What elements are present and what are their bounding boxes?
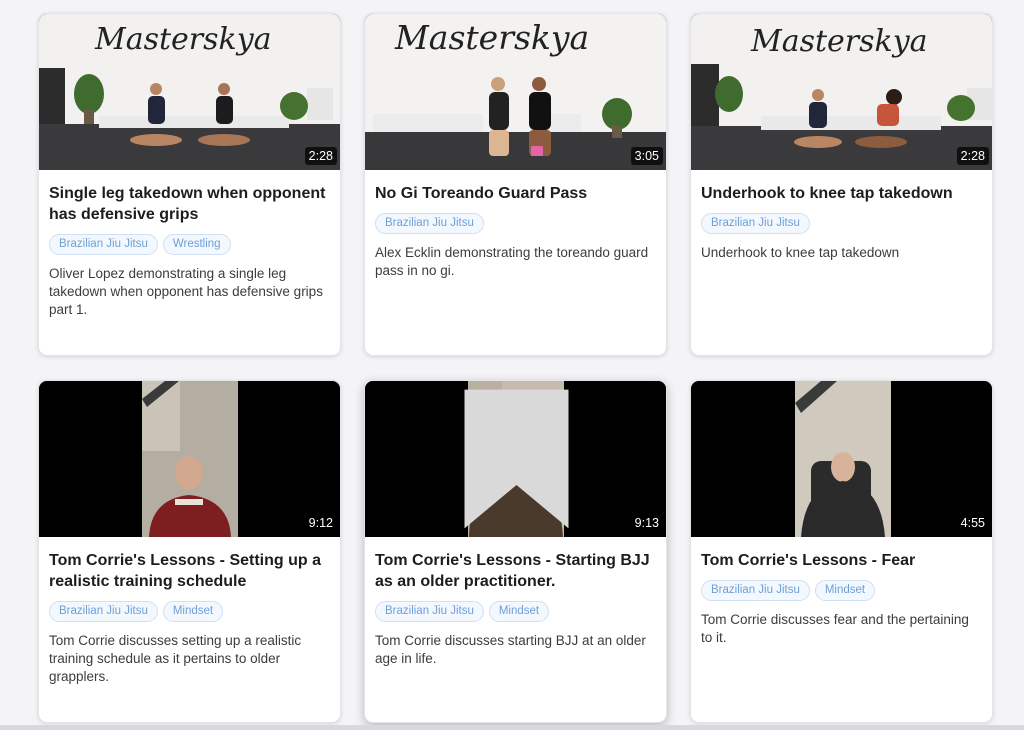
video-card[interactable]: Masterskya 2:28 Underhook to knee tap ta… xyxy=(690,13,993,356)
video-description: Oliver Lopez demonstrating a single leg … xyxy=(49,266,323,317)
video-title[interactable]: Single leg takedown when opponent has de… xyxy=(49,183,330,225)
video-title[interactable]: No Gi Toreando Guard Pass xyxy=(375,183,656,204)
video-thumbnail[interactable]: Masterskya 2:28 xyxy=(691,14,992,170)
video-description: Tom Corrie discusses setting up a realis… xyxy=(49,633,302,684)
video-card[interactable]: Masterskya 3:05 No Gi Toreando Guard Pas… xyxy=(364,13,667,356)
tag-mindset[interactable]: Mindset xyxy=(162,601,224,622)
video-thumbnail[interactable]: 9:12 xyxy=(39,381,340,537)
video-duration: 9:12 xyxy=(304,514,337,532)
video-thumbnail[interactable]: 4:55 xyxy=(691,381,992,537)
tag-list: Brazilian Jiu Jitsu Mindset xyxy=(375,601,656,622)
video-card[interactable]: Masterskya 2:28 Single leg takedown when… xyxy=(38,13,341,356)
video-description: Underhook to knee tap takedown xyxy=(701,245,900,260)
video-duration: 2:28 xyxy=(304,147,337,165)
tag-brazilian-jiu-jitsu[interactable]: Brazilian Jiu Jitsu xyxy=(701,580,810,601)
logo-text: Masterskya xyxy=(95,22,272,57)
video-title[interactable]: Underhook to knee tap takedown xyxy=(701,183,982,204)
video-duration: 3:05 xyxy=(630,147,663,165)
video-duration: 9:13 xyxy=(630,514,663,532)
speaker-video-image xyxy=(691,381,992,537)
tag-mindset[interactable]: Mindset xyxy=(488,601,550,622)
tag-brazilian-jiu-jitsu[interactable]: Brazilian Jiu Jitsu xyxy=(49,601,158,622)
horizontal-scrollbar[interactable] xyxy=(0,725,1024,730)
video-title[interactable]: Tom Corrie's Lessons - Setting up a real… xyxy=(49,550,330,592)
tag-list: Brazilian Jiu Jitsu Mindset xyxy=(701,580,982,601)
video-thumbnail[interactable]: Masterskya 2:28 xyxy=(39,14,340,170)
logo-text: Masterskya xyxy=(751,24,928,59)
bookmark-icon[interactable] xyxy=(365,381,667,537)
video-card[interactable]: 9:12 Tom Corrie's Lessons - Setting up a… xyxy=(38,380,341,723)
video-card[interactable]: 9:13 Tom Corrie's Lessons - Starting BJJ… xyxy=(364,380,667,723)
tag-mindset[interactable]: Mindset xyxy=(814,580,876,601)
video-thumbnail[interactable]: 9:13 xyxy=(365,381,667,537)
tag-brazilian-jiu-jitsu[interactable]: Brazilian Jiu Jitsu xyxy=(375,213,484,234)
video-thumbnail[interactable]: Masterskya 3:05 xyxy=(365,14,666,170)
video-description: Tom Corrie discusses fear and the pertai… xyxy=(701,612,969,645)
video-grid: Masterskya 2:28 Single leg takedown when… xyxy=(0,0,1024,730)
speaker-video-image xyxy=(39,381,340,537)
video-duration: 2:28 xyxy=(956,147,989,165)
video-title[interactable]: Tom Corrie's Lessons - Starting BJJ as a… xyxy=(375,550,656,592)
video-duration: 4:55 xyxy=(956,514,989,532)
video-description: Tom Corrie discusses starting BJJ at an … xyxy=(375,633,646,666)
tag-list: Brazilian Jiu Jitsu xyxy=(701,213,982,234)
logo-text: Masterskya xyxy=(395,18,590,57)
tag-wrestling[interactable]: Wrestling xyxy=(162,234,231,255)
tag-brazilian-jiu-jitsu[interactable]: Brazilian Jiu Jitsu xyxy=(375,601,484,622)
tag-brazilian-jiu-jitsu[interactable]: Brazilian Jiu Jitsu xyxy=(49,234,158,255)
tag-list: Brazilian Jiu Jitsu xyxy=(375,213,656,234)
tag-brazilian-jiu-jitsu[interactable]: Brazilian Jiu Jitsu xyxy=(701,213,810,234)
tag-list: Brazilian Jiu Jitsu Wrestling xyxy=(49,234,330,255)
tag-list: Brazilian Jiu Jitsu Mindset xyxy=(49,601,330,622)
video-title[interactable]: Tom Corrie's Lessons - Fear xyxy=(701,550,982,571)
video-card[interactable]: 4:55 Tom Corrie's Lessons - Fear Brazili… xyxy=(690,380,993,723)
video-description: Alex Ecklin demonstrating the toreando g… xyxy=(375,245,649,278)
